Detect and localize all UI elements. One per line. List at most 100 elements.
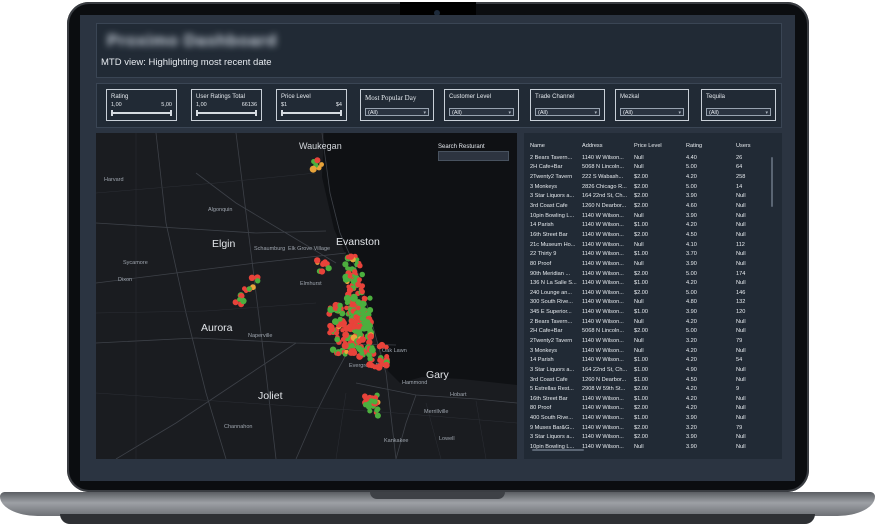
table-row[interactable]: 14 Parish 1140 W Wilson... $1.00 4.20 Null (530, 220, 772, 230)
restaurant-marker[interactable] (335, 351, 341, 357)
table-row[interactable]: 90th Meridian ... 1140 W Wilson... $2.00 5.… (530, 269, 772, 279)
slider-handle-min[interactable] (111, 110, 113, 116)
filter-tequila[interactable]: Tequila (All) ▾ (701, 89, 776, 121)
dropdown[interactable]: (All) ▾ (365, 108, 429, 116)
restaurant-marker[interactable] (337, 307, 342, 312)
table-row[interactable]: 345 E Superior... 1140 W Wilson... $1.00 3.… (530, 307, 772, 317)
restaurant-marker[interactable] (384, 354, 390, 359)
restaurant-marker[interactable] (320, 261, 326, 267)
dropdown[interactable]: (All) ▾ (620, 108, 684, 116)
restaurant-marker[interactable] (355, 299, 361, 305)
restaurant-marker[interactable] (360, 301, 367, 307)
range-slider[interactable] (111, 110, 172, 116)
table-row[interactable]: 16th Street Bar 1140 W Wilson... $1.00 4.20… (530, 394, 772, 404)
restaurant-marker[interactable] (357, 347, 364, 354)
column-header[interactable]: Name (530, 139, 582, 153)
table-row[interactable]: 2Twenty2 Tavern 222 S Wabash... $2.00 4.20 2… (530, 172, 772, 182)
restaurant-marker[interactable] (356, 330, 362, 336)
restaurant-marker[interactable] (314, 157, 321, 164)
slider-handle-max[interactable] (170, 110, 172, 116)
restaurant-marker[interactable] (248, 274, 256, 281)
table-row[interactable]: 400 South Rive... 1140 W Wilson... $1.00 3.… (530, 413, 772, 423)
restaurant-marker[interactable] (246, 286, 252, 292)
restaurant-marker[interactable] (255, 278, 261, 284)
restaurant-marker[interactable] (368, 360, 373, 366)
table-row[interactable]: 80 Proof 1140 W Wilson... Null 3.90 Null (530, 259, 772, 269)
restaurant-marker[interactable] (370, 345, 375, 350)
table-row[interactable]: 3 Star Liquors a... 1140 W Wilson... $2.00… (530, 433, 772, 443)
horizontal-scrollbar[interactable] (532, 449, 584, 451)
table-row[interactable]: 3rd Coast Cafe 1260 N Dearbor... $2.00 4.60… (530, 201, 772, 211)
restaurant-marker[interactable] (309, 165, 317, 173)
restaurant-marker[interactable] (353, 319, 359, 325)
restaurant-marker[interactable] (357, 263, 363, 269)
restaurant-marker[interactable] (349, 301, 356, 308)
slider-handle-max[interactable] (340, 110, 342, 116)
restaurant-marker[interactable] (347, 349, 354, 356)
filter-user-ratings-total[interactable]: User Ratings Total 1,00 66136 (191, 89, 262, 121)
table-row[interactable]: 240 Lounge an... 1140 W Wilson... $2.00 5.0… (530, 288, 772, 298)
restaurant-marker[interactable] (237, 297, 242, 302)
table-row[interactable]: 300 South Rive... 1140 W Wilson... Null 4.8… (530, 298, 772, 308)
table-row[interactable]: 5 Estrellas Rest... 2908 W 59th St... $2.0… (530, 384, 772, 394)
filter-most-popular-day[interactable]: Most Popular Day (All) ▾ (360, 89, 434, 121)
table-row[interactable]: 3 Star Liquors a... 164 22nd St, Ch... $2.… (530, 192, 772, 202)
restaurant-marker[interactable] (367, 333, 375, 340)
range-slider[interactable] (281, 110, 342, 116)
restaurant-marker[interactable] (362, 402, 369, 408)
restaurant-marker[interactable] (377, 357, 383, 363)
table-row[interactable]: 2H Cafe+Bar 5068 N Lincoln... $2.00 5.00 Nul… (530, 327, 772, 337)
restaurant-marker[interactable] (318, 268, 326, 275)
restaurant-marker[interactable] (337, 302, 343, 309)
slider-handle-min[interactable] (196, 110, 198, 116)
restaurant-marker[interactable] (355, 305, 361, 311)
restaurant-marker[interactable] (384, 344, 389, 350)
restaurant-marker[interactable] (349, 342, 355, 349)
table-row[interactable]: 3 Monkeys 1140 W Wilson... Null 4.20 Null (530, 346, 772, 356)
restaurant-marker[interactable] (359, 336, 367, 343)
restaurant-marker[interactable] (327, 322, 334, 329)
restaurant-marker[interactable] (332, 318, 339, 325)
restaurant-marker[interactable] (374, 412, 381, 419)
restaurant-marker[interactable] (347, 253, 355, 260)
restaurant-marker[interactable] (366, 307, 374, 314)
table-row[interactable]: 136 N La Salle S... 1140 W Wilson... $1.00… (530, 278, 772, 288)
filter-mezkal[interactable]: Mezkal (All) ▾ (615, 89, 689, 121)
restaurant-marker[interactable] (366, 322, 373, 330)
table-row[interactable]: 22 Thirty 9 1140 W Wilson... $1.00 3.70 Null (530, 249, 772, 259)
table-row[interactable]: 16th Street Bar 1140 W Wilson... $2.00 4.50… (530, 230, 772, 240)
restaurant-marker[interactable] (352, 269, 358, 275)
table-row[interactable]: 2 Bears Tavern... 1140 W Wilson... Null 4.2… (530, 317, 772, 327)
restaurant-marker[interactable] (367, 295, 373, 301)
dropdown[interactable]: (All) ▾ (449, 108, 514, 116)
restaurant-marker[interactable] (359, 271, 366, 278)
vertical-scrollbar[interactable] (771, 157, 773, 207)
table-row[interactable]: 2 Bears Tavern... 1140 W Wilson... Null 4.4… (530, 153, 772, 163)
slider-handle-min[interactable] (281, 110, 283, 116)
slider-handle-max[interactable] (255, 110, 257, 116)
table-row[interactable]: 9 Muses Bar&G... 1140 W Wilson... $2.00 3.2… (530, 423, 772, 433)
restaurant-map[interactable]: Waukegan Evanston Elgin Aurora Joliet Ga… (96, 133, 517, 459)
column-header[interactable]: Address (582, 139, 634, 153)
restaurant-marker[interactable] (355, 281, 362, 288)
restaurant-marker[interactable] (342, 261, 349, 268)
filter-price-level[interactable]: Price Level $1 $4 (276, 89, 347, 121)
table-row[interactable]: 21c Museum Ho... 1140 W Wilson... Null 4.10… (530, 240, 772, 250)
restaurant-marker[interactable] (375, 406, 381, 412)
dropdown[interactable]: (All) ▾ (706, 108, 771, 116)
restaurant-marker[interactable] (362, 296, 368, 302)
restaurant-marker[interactable] (367, 353, 372, 358)
table-row[interactable]: 3 Monkeys 2826 Chicago R... $2.00 5.00 14 (530, 182, 772, 192)
restaurant-marker[interactable] (347, 273, 353, 279)
range-slider[interactable] (196, 110, 257, 116)
restaurant-marker[interactable] (314, 257, 321, 264)
restaurant-marker[interactable] (368, 398, 374, 404)
table-row[interactable]: 10pin Bowling L... 1140 W Wilson... Null 3.… (530, 211, 772, 221)
table-row[interactable]: 3 Star Liquors a... 164 22nd St, Ch... $1.… (530, 365, 772, 375)
table-row[interactable]: 80 Proof 1140 W Wilson... $2.00 4.20 Null (530, 404, 772, 414)
column-header[interactable]: Price Level (634, 139, 686, 153)
filter-trade-channel[interactable]: Trade Channel (All) ▾ (530, 89, 605, 121)
restaurant-marker[interactable] (343, 294, 351, 302)
table-row[interactable]: 3rd Coast Cafe 1260 N Dearbor... $1.00 4.50… (530, 375, 772, 385)
restaurant-marker[interactable] (339, 310, 346, 317)
